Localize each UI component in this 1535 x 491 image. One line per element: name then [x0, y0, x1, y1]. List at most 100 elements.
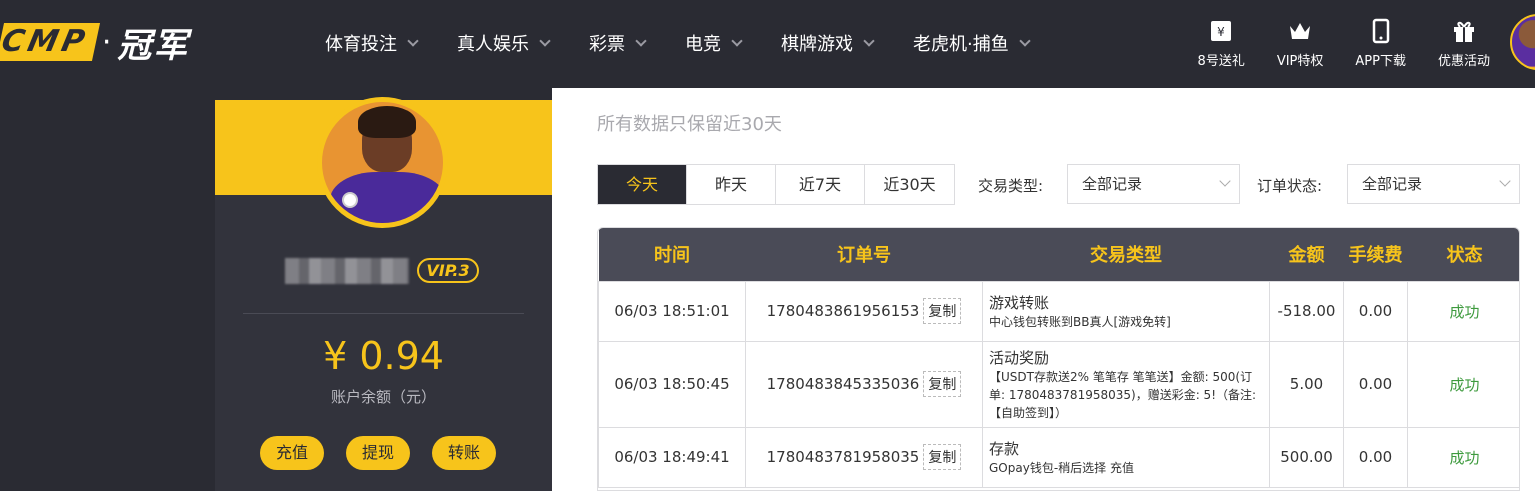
phone-icon	[1372, 18, 1389, 44]
gift-box-icon	[1453, 21, 1474, 42]
nav-item-sports[interactable]: 体育投注	[325, 30, 419, 56]
nav-label: 老虎机·捕鱼	[913, 34, 1009, 55]
chevron-down-icon	[539, 34, 551, 47]
nav-app-label: APP下载	[1355, 54, 1406, 69]
cell-amount: -518.00	[1269, 280, 1344, 342]
cell-type: 游戏转账中心钱包转账到BB真人[游戏免转]	[982, 280, 1270, 342]
nav-gift-8-label: 8号送礼	[1197, 54, 1245, 69]
type-detail: 中心钱包转账到BB真人[游戏免转]	[989, 314, 1171, 329]
main-nav: 体育投注 真人娱乐 彩票 电竞 棋牌游戏 老虎机·捕鱼	[325, 30, 1069, 56]
cell-status: 成功	[1407, 340, 1519, 428]
profile-avatar[interactable]	[317, 97, 448, 228]
crown-icon	[1290, 23, 1311, 39]
cell-fee: 0.00	[1343, 340, 1408, 428]
transaction-type-select[interactable]: 全部记录	[1067, 164, 1240, 204]
nav-promotions-label: 优惠活动	[1437, 54, 1490, 69]
chevron-down-icon	[863, 34, 875, 47]
vip-badge: VIP.3	[417, 258, 479, 283]
col-transaction-type: 交易类型	[1090, 245, 1162, 267]
cell-time: 06/03 18:51:01	[598, 280, 746, 342]
nav-item-slots-fishing[interactable]: 老虎机·捕鱼	[913, 30, 1031, 56]
cell-status: 成功	[1407, 280, 1519, 342]
withdraw-button[interactable]: 提现	[346, 436, 410, 470]
nav-gift-8[interactable]: ¥ 8号送礼	[1198, 18, 1245, 69]
copy-button[interactable]: 复制	[923, 371, 962, 397]
col-amount: 金额	[1288, 245, 1325, 267]
cell-order: 1780483845335036 复制	[745, 340, 983, 428]
cell-type: 存款 GOpay钱包-稍后选择 充值	[982, 426, 1270, 488]
logo-text: 冠军	[117, 25, 190, 66]
tab-yesterday[interactable]: 昨天	[687, 165, 776, 204]
order-status-value: 全部记录	[1362, 175, 1423, 193]
nav-item-live-casino[interactable]: 真人娱乐	[457, 30, 551, 56]
cell-amount: 5.00	[1269, 340, 1344, 428]
logo-letters: CMP	[0, 23, 100, 61]
copy-button[interactable]: 复制	[923, 444, 962, 470]
divider	[243, 313, 524, 314]
table-row: 06/03 18:51:01 1780483861956153 复制 游戏转账中心…	[598, 280, 1519, 342]
type-detail: GOpay钱包-稍后选择 充值	[989, 460, 1134, 475]
chevron-down-icon	[1219, 175, 1231, 187]
chevron-down-icon	[731, 34, 743, 47]
order-number: 1780483861956153	[766, 302, 920, 320]
tab-today[interactable]: 今天	[598, 165, 687, 204]
nav-app-download[interactable]: APP下载	[1355, 18, 1406, 69]
cell-amount: 500.00	[1269, 426, 1344, 488]
nav-item-esports[interactable]: 电竞	[685, 30, 743, 56]
cell-order: 1780483861956153 复制	[745, 280, 983, 342]
cell-time: 06/03 18:50:45	[598, 340, 746, 428]
top-navbar: CMP · 冠军 体育投注 真人娱乐 彩票 电竞 棋牌游戏 老虎机·捕鱼 ¥ 8…	[0, 0, 1535, 88]
nav-vip-label: VIP特权	[1276, 54, 1324, 69]
col-fee: 手续费	[1348, 245, 1403, 267]
nav-vip[interactable]: VIP特权	[1276, 18, 1324, 69]
nav-item-card-games[interactable]: 棋牌游戏	[781, 30, 875, 56]
order-number: 1780483781958035	[766, 448, 920, 466]
transaction-type-label: 交易类型:	[978, 177, 1044, 195]
user-avatar[interactable]	[1510, 14, 1535, 70]
tab-last-30-days[interactable]: 近30天	[865, 165, 954, 204]
cell-status: 成功	[1407, 426, 1519, 488]
tab-last-7-days[interactable]: 近7天	[776, 165, 865, 204]
col-status: 状态	[1446, 245, 1483, 267]
nav-promotions[interactable]: 优惠活动	[1438, 18, 1490, 69]
type-detail: 【USDT存款送2% 笔笔存 笔笔送】金额: 500(订单: 178048378…	[989, 369, 1257, 420]
balance-label: 账户余额（元）	[330, 388, 436, 406]
col-order-number: 订单号	[837, 245, 891, 267]
svg-text:¥: ¥	[1217, 25, 1225, 39]
nav-label: 电竞	[685, 34, 721, 55]
right-nav: ¥ 8号送礼 VIP特权 APP下载 优惠活动	[1166, 18, 1490, 69]
chevron-down-icon	[1499, 175, 1511, 187]
nav-label: 棋牌游戏	[781, 34, 853, 55]
transactions-table: 时间 订单号 交易类型 金额 手续费 状态 06/03 18:51:01 178…	[597, 227, 1520, 491]
cell-order: 1780483781958035 复制	[745, 426, 983, 488]
order-status-select[interactable]: 全部记录	[1347, 164, 1520, 204]
username-blurred	[285, 258, 409, 284]
type-title: 活动奖励	[989, 348, 1050, 367]
avatar-crest	[342, 192, 358, 208]
type-title: 存款	[989, 439, 1020, 458]
table-row: 06/03 18:49:41 1780483781958035 复制 存款 GOpa…	[598, 426, 1519, 488]
data-retention-notice: 所有数据只保留近30天	[597, 114, 782, 135]
nav-label: 彩票	[589, 34, 625, 55]
transfer-button[interactable]: 转账	[432, 436, 496, 470]
cell-fee: 0.00	[1343, 280, 1408, 342]
cell-fee: 0.00	[1343, 426, 1408, 488]
chevron-down-icon	[1019, 34, 1031, 47]
nav-item-lottery[interactable]: 彩票	[589, 30, 647, 56]
order-number: 1780483845335036	[766, 375, 920, 393]
col-time: 时间	[654, 245, 690, 267]
type-title: 游戏转账	[989, 293, 1050, 312]
transaction-type-value: 全部记录	[1082, 175, 1143, 193]
nav-label: 真人娱乐	[457, 34, 529, 55]
order-status-label: 订单状态:	[1257, 177, 1323, 195]
cell-type: 活动奖励【USDT存款送2% 笔笔存 笔笔送】金额: 500(订单: 17804…	[982, 340, 1270, 428]
balance-amount: ¥ 0.94	[323, 334, 444, 378]
chevron-down-icon	[635, 34, 647, 47]
logo-dot: ·	[101, 24, 112, 60]
date-range-tabs: 今天 昨天 近7天 近30天	[597, 164, 955, 205]
deposit-button[interactable]: 充值	[260, 436, 324, 470]
site-logo[interactable]: CMP · 冠军	[0, 22, 189, 66]
copy-button[interactable]: 复制	[923, 298, 962, 324]
table-row: 06/03 18:50:45 1780483845335036 复制 活动奖励【U…	[598, 340, 1519, 428]
chevron-down-icon	[407, 34, 419, 47]
